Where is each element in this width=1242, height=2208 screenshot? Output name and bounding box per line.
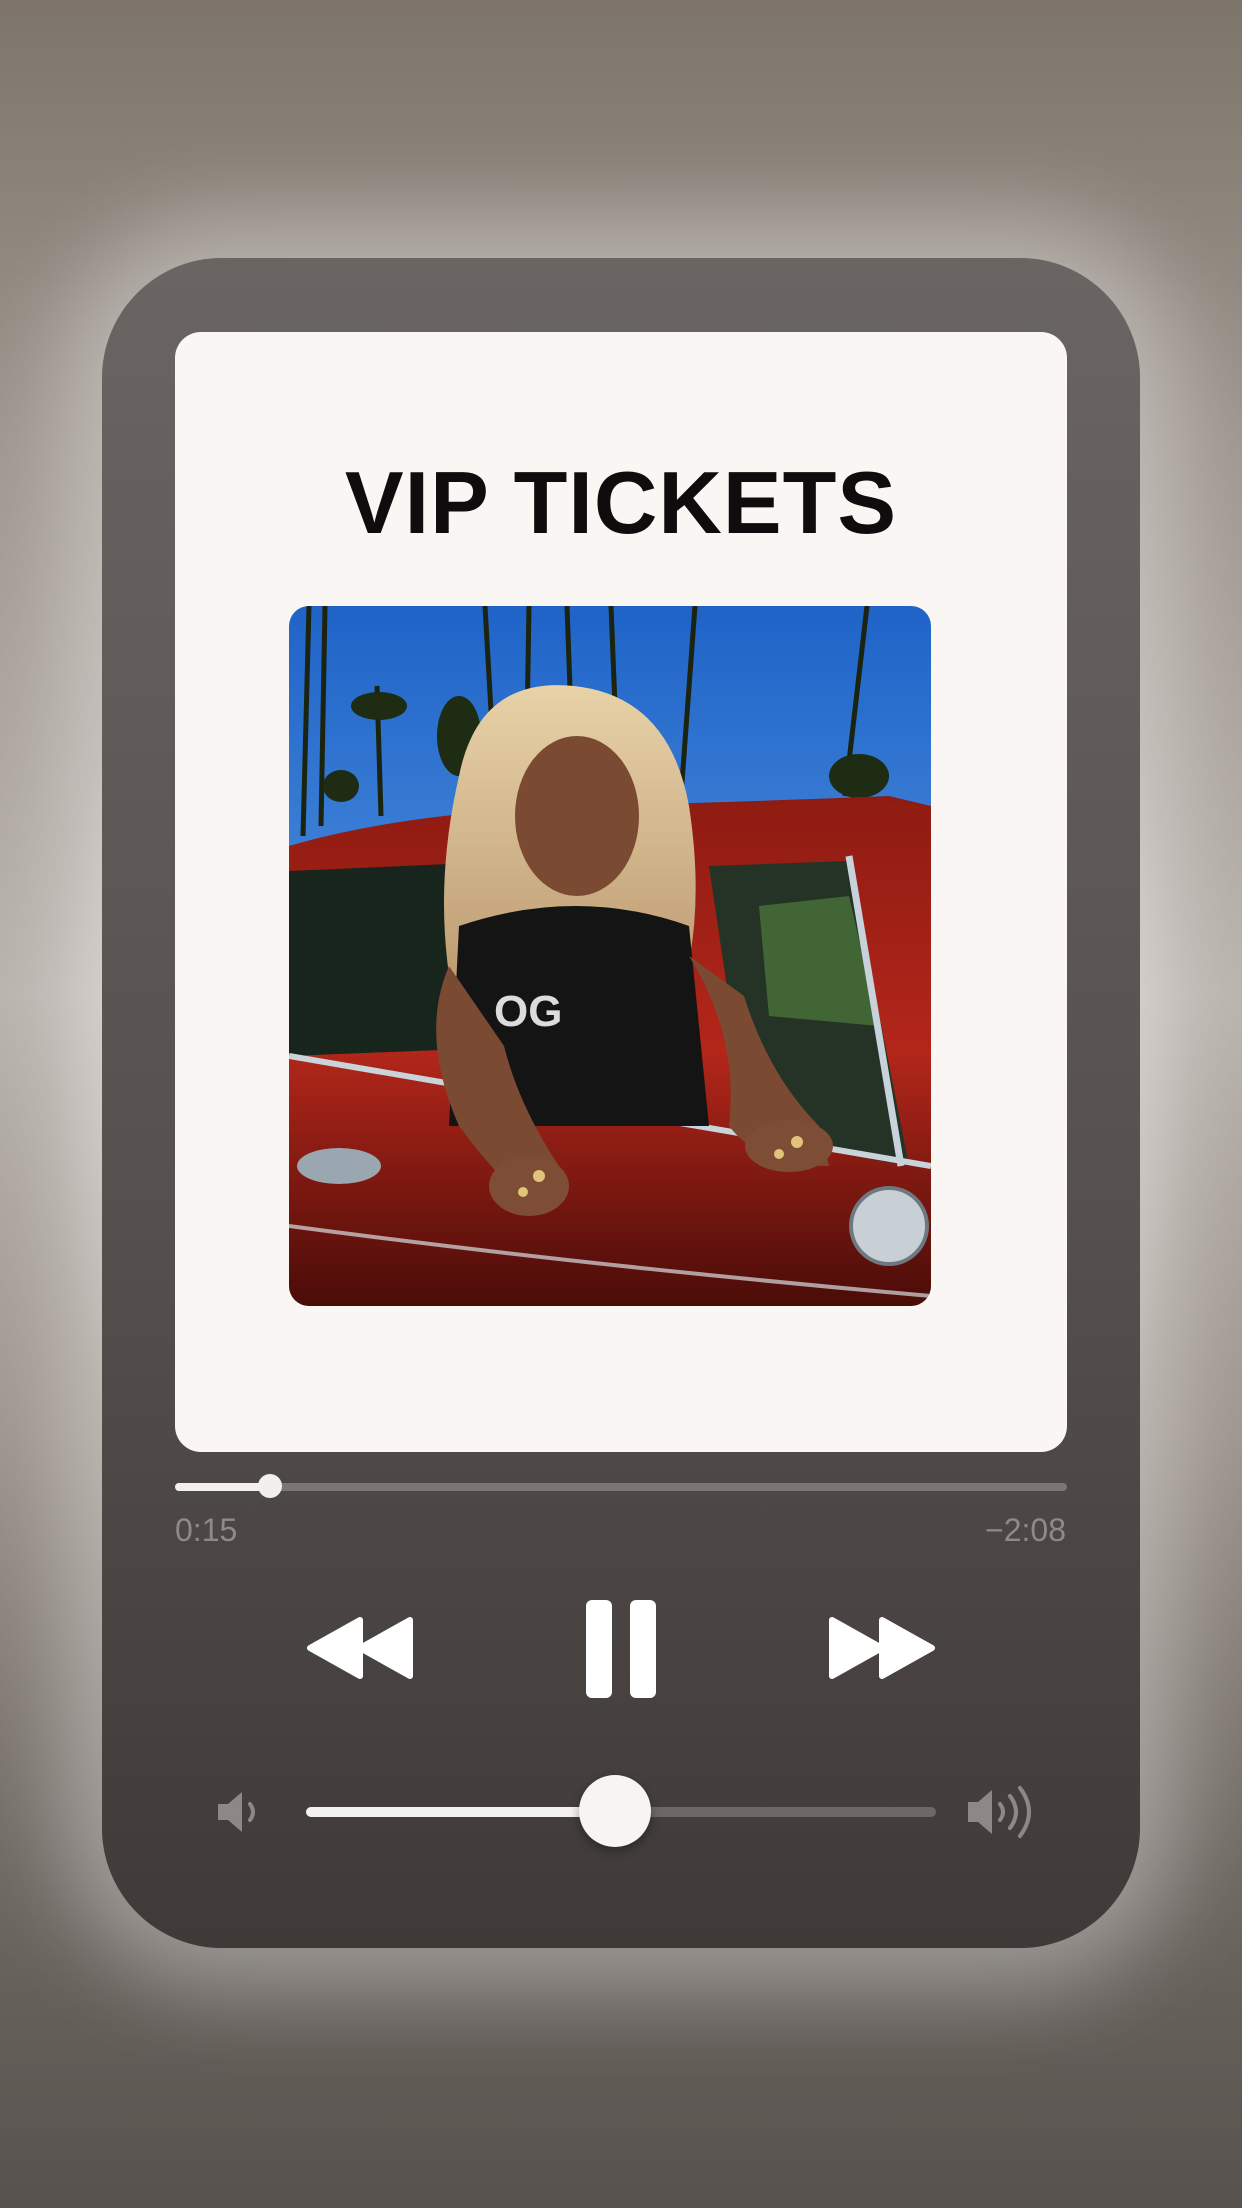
remaining-time: −2:08 <box>985 1512 1066 1548</box>
pause-button[interactable] <box>584 1598 658 1700</box>
rewind-button[interactable] <box>306 1616 416 1680</box>
volume-knob[interactable] <box>578 1775 651 1847</box>
fast-forward-icon <box>829 1617 935 1679</box>
volume-fill <box>306 1807 615 1817</box>
track-title: VIP TICKETS <box>344 453 898 552</box>
album-art-image: OG <box>289 606 931 1306</box>
svg-text:OG: OG <box>494 987 562 1036</box>
elapsed-time: 0:15 <box>175 1512 238 1548</box>
volume-slider[interactable] <box>306 1775 936 1847</box>
rewind-icon <box>307 1617 413 1679</box>
speaker-high-icon <box>966 1784 1038 1840</box>
now-playing-card: VIP TICKETS OG <box>175 332 1067 1452</box>
playback-progress-bar[interactable] <box>175 1474 1067 1498</box>
fast-forward-button[interactable] <box>826 1616 936 1680</box>
album-art: OG <box>289 606 931 1306</box>
pause-icon <box>586 1600 656 1698</box>
speaker-low-icon <box>216 1788 266 1836</box>
progress-track <box>175 1483 1067 1491</box>
progress-fill <box>175 1483 271 1491</box>
